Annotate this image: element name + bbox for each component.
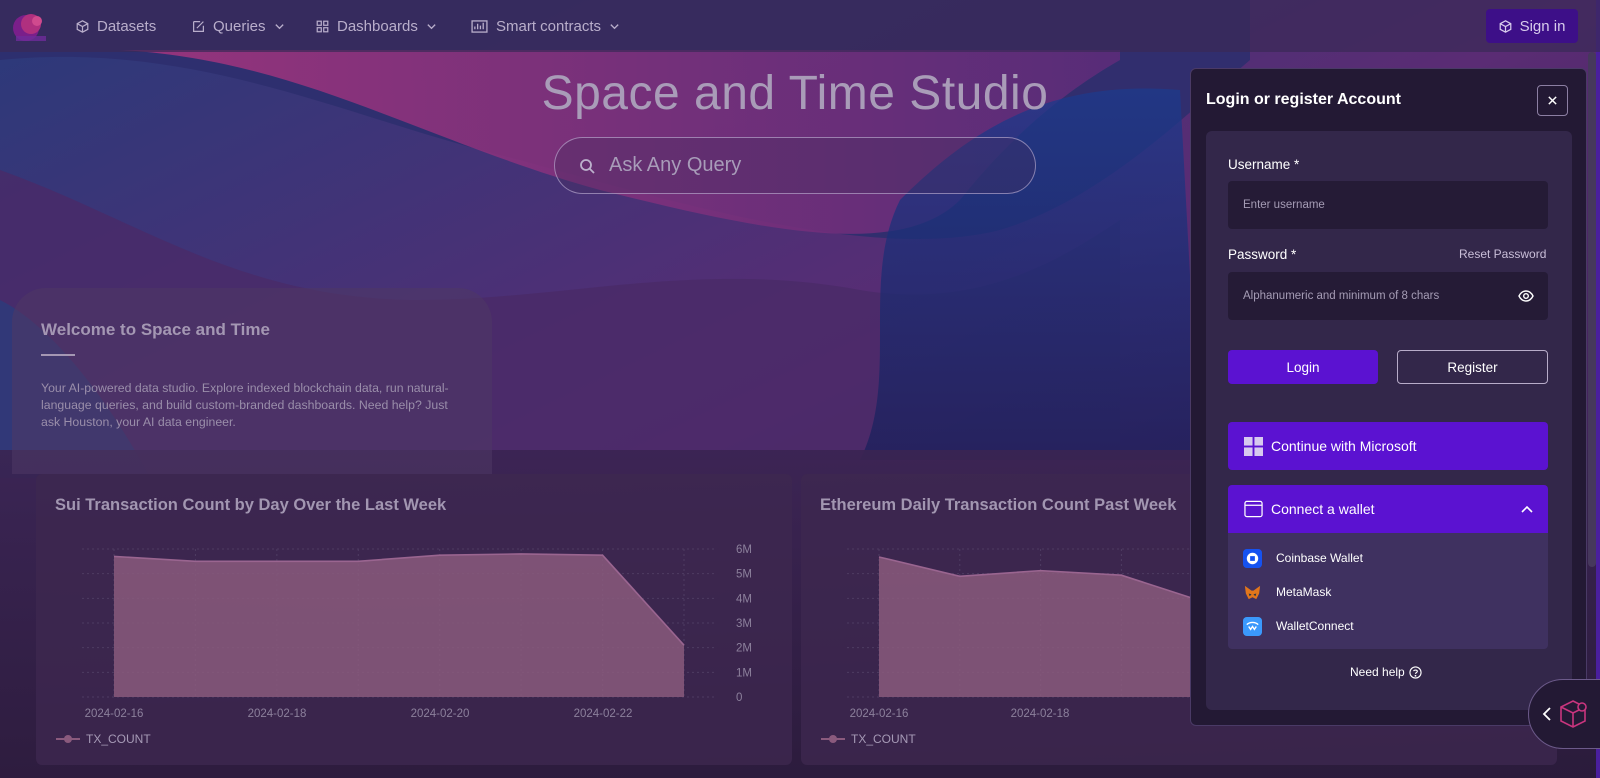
wallet-label: WalletConnect [1276, 619, 1354, 633]
x-tick-label: 2024-02-18 [248, 708, 307, 720]
nav-datasets[interactable]: Datasets [76, 0, 156, 52]
chart-legend[interactable]: TX_COUNT [56, 732, 151, 746]
page-title: Space and Time Studio [541, 67, 1049, 120]
need-help-link[interactable]: Need help [1350, 665, 1422, 679]
wallet-label: Coinbase Wallet [1276, 551, 1363, 565]
nav-smart-contracts[interactable]: Smart contracts [471, 0, 620, 52]
question-icon [1409, 665, 1422, 679]
legend-line-icon [56, 735, 80, 743]
chevron-down-icon [427, 23, 436, 29]
eye-icon[interactable] [1518, 288, 1534, 304]
legend-label: TX_COUNT [86, 732, 151, 746]
username-field-box [1228, 181, 1548, 229]
login-panel: Login or register Account Username * Pas… [1190, 68, 1587, 726]
nav-smart-contracts-label: Smart contracts [496, 17, 602, 35]
wallet-icon [1244, 500, 1263, 518]
x-tick-label: 2024-02-22 [574, 708, 633, 720]
cube-icon [1499, 19, 1511, 33]
welcome-card: Welcome to Space and Time Your AI-powere… [12, 288, 492, 474]
y-tick-label: 6M [736, 544, 752, 556]
connect-wallet-toggle[interactable]: Connect a wallet [1228, 485, 1548, 533]
register-button[interactable]: Register [1397, 350, 1548, 384]
reset-password-link[interactable]: Reset Password [1459, 247, 1546, 261]
page-scrollbar[interactable] [1588, 52, 1596, 567]
y-tick-label: 3M [736, 618, 752, 630]
password-input[interactable] [1243, 290, 1503, 302]
cube-icon [76, 19, 89, 33]
microsoft-login-button[interactable]: Continue with Microsoft [1228, 422, 1548, 470]
grid-icon [316, 20, 329, 32]
nav-queries-label: Queries [213, 17, 266, 35]
wallet-item-coinbase[interactable]: Coinbase Wallet [1243, 545, 1363, 571]
y-tick-label: 1M [736, 667, 752, 679]
chevron-down-icon [274, 23, 284, 29]
legend-line-icon [821, 735, 845, 743]
signin-label: Sign in [1519, 17, 1566, 35]
coinbase-icon [1243, 548, 1262, 568]
y-tick-label: 5M [736, 569, 752, 581]
right-edge-accent [1596, 0, 1600, 778]
brand-logo[interactable] [10, 10, 48, 44]
password-field-box [1228, 272, 1548, 320]
search-input[interactable] [609, 154, 989, 177]
assistant-toggle[interactable] [1528, 679, 1600, 749]
top-navbar: Datasets Queries Dashboards Smart contra… [0, 0, 1600, 52]
need-help-label: Need help [1350, 665, 1405, 679]
microsoft-login-label: Continue with Microsoft [1271, 438, 1417, 454]
signin-button[interactable]: Sign in [1486, 9, 1578, 43]
chart-plot-sui: 6M 5M 4M 3M 2M 1M 0 2024-02-16 2024-02-18 2024-02… [82, 544, 752, 720]
nav-queries[interactable]: Queries [192, 0, 285, 52]
y-tick-label: 0 [736, 692, 742, 704]
walletconnect-icon [1243, 616, 1262, 636]
y-tick-label: 2M [736, 643, 752, 655]
wallet-item-metamask[interactable]: MetaMask [1243, 579, 1331, 605]
chevron-down-icon [610, 23, 619, 29]
search-icon [580, 158, 595, 174]
chevron-left-icon [1542, 707, 1551, 721]
y-tick-label: 4M [736, 593, 752, 605]
wallet-item-walletconnect[interactable]: WalletConnect [1243, 613, 1354, 639]
connect-wallet-label: Connect a wallet [1271, 501, 1375, 517]
x-tick-label: 2024-02-18 [1011, 708, 1070, 720]
welcome-body: Your AI-powered data studio. Explore ind… [41, 381, 449, 429]
login-form: Username * Password * Reset Password Log… [1206, 131, 1572, 710]
close-icon [1548, 96, 1557, 105]
chart-card-sui: Sui Transaction Count by Day Over the La… [36, 474, 792, 765]
metamask-icon [1244, 585, 1261, 599]
microsoft-icon [1244, 436, 1263, 456]
edit-icon [193, 20, 204, 32]
close-button[interactable] [1537, 85, 1568, 116]
houston-cube-icon [1560, 700, 1587, 728]
chart-icon [471, 19, 488, 33]
password-label: Password * [1228, 247, 1297, 262]
welcome-divider [41, 354, 75, 356]
nav-dashboards-label: Dashboards [337, 17, 418, 35]
x-tick-label: 2024-02-16 [85, 708, 144, 720]
x-tick-label: 2024-02-16 [850, 708, 909, 720]
wallet-label: MetaMask [1276, 585, 1332, 599]
legend-label: TX_COUNT [851, 732, 916, 746]
chart-legend[interactable]: TX_COUNT [821, 732, 916, 746]
chevron-up-icon [1521, 505, 1533, 513]
wallet-list: Coinbase Wallet MetaMask WalletConnect [1228, 533, 1548, 649]
nav-dashboards[interactable]: Dashboards [316, 0, 437, 52]
nav-datasets-label: Datasets [97, 17, 157, 35]
welcome-title: Welcome to Space and Time [41, 320, 270, 339]
username-label: Username * [1228, 157, 1300, 172]
series-area[interactable] [114, 553, 684, 697]
username-input[interactable] [1243, 199, 1503, 211]
login-button[interactable]: Login [1228, 350, 1378, 384]
login-panel-title: Login or register Account [1206, 91, 1401, 108]
query-search-bar[interactable] [554, 137, 1036, 194]
x-tick-label: 2024-02-20 [411, 708, 470, 720]
